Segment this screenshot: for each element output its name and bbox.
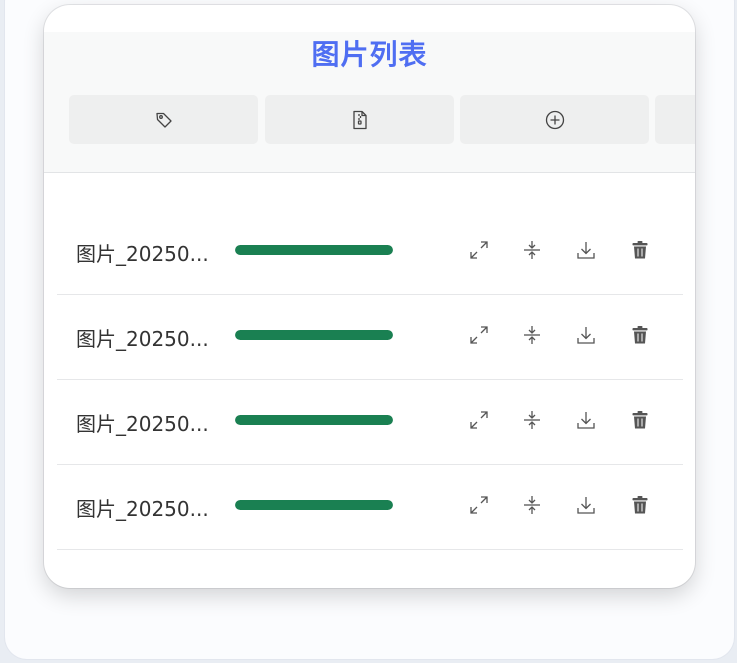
expand-icon: [468, 494, 490, 516]
list-item: 图片_20250...: [57, 465, 683, 550]
compress-icon: [521, 409, 543, 431]
tag-icon: [155, 111, 173, 129]
tag-button[interactable]: [69, 95, 258, 144]
image-name: 图片_20250...: [76, 412, 209, 436]
compress-button[interactable]: [519, 407, 545, 433]
compress-icon: [521, 324, 543, 346]
delete-icon: [629, 239, 651, 261]
download-button[interactable]: [573, 407, 599, 433]
image-name: 图片_20250...: [76, 327, 209, 351]
expand-button[interactable]: [466, 322, 492, 348]
progress-bar-fill: [235, 500, 393, 510]
progress-bar-fill: [235, 330, 393, 340]
download-icon: [575, 239, 597, 261]
download-icon: [575, 494, 597, 516]
image-name: 图片_20250...: [76, 497, 209, 521]
toolbar: [69, 95, 695, 145]
add-button[interactable]: [460, 95, 649, 144]
progress-bar: [235, 500, 393, 510]
compress-icon: [521, 494, 543, 516]
download-icon: [575, 409, 597, 431]
progress-bar-fill: [235, 245, 393, 255]
image-list-card: 图片列表 图片_20250... 图片_20250... 图片_20250...…: [44, 5, 695, 588]
compress-button[interactable]: [519, 237, 545, 263]
file-zip-icon: [351, 110, 369, 130]
download-button[interactable]: [573, 322, 599, 348]
expand-icon: [468, 239, 490, 261]
delete-button[interactable]: [627, 407, 653, 433]
zip-file-button[interactable]: [265, 95, 454, 144]
expand-button[interactable]: [466, 237, 492, 263]
image-name: 图片_20250...: [76, 242, 209, 266]
image-list: 图片_20250... 图片_20250... 图片_20250... 图片_2025…: [57, 210, 683, 550]
download-button[interactable]: [573, 492, 599, 518]
download-icon: [575, 324, 597, 346]
download-button[interactable]: [573, 237, 599, 263]
compress-button[interactable]: [519, 492, 545, 518]
list-item: 图片_20250...: [57, 295, 683, 380]
delete-button[interactable]: [627, 322, 653, 348]
add-circle-icon: [545, 110, 565, 130]
more-button[interactable]: [655, 95, 695, 144]
delete-button[interactable]: [627, 492, 653, 518]
expand-icon: [468, 409, 490, 431]
expand-button[interactable]: [466, 407, 492, 433]
progress-bar: [235, 245, 393, 255]
list-item: 图片_20250...: [57, 380, 683, 465]
page-title: 图片列表: [311, 38, 428, 71]
progress-bar: [235, 330, 393, 340]
expand-button[interactable]: [466, 492, 492, 518]
card-header: 图片列表: [44, 32, 695, 173]
progress-bar: [235, 415, 393, 425]
delete-icon: [629, 324, 651, 346]
progress-bar-fill: [235, 415, 393, 425]
delete-icon: [629, 494, 651, 516]
delete-icon: [629, 409, 651, 431]
compress-button[interactable]: [519, 322, 545, 348]
delete-button[interactable]: [627, 237, 653, 263]
expand-icon: [468, 324, 490, 346]
compress-icon: [521, 239, 543, 261]
list-item: 图片_20250...: [57, 210, 683, 295]
